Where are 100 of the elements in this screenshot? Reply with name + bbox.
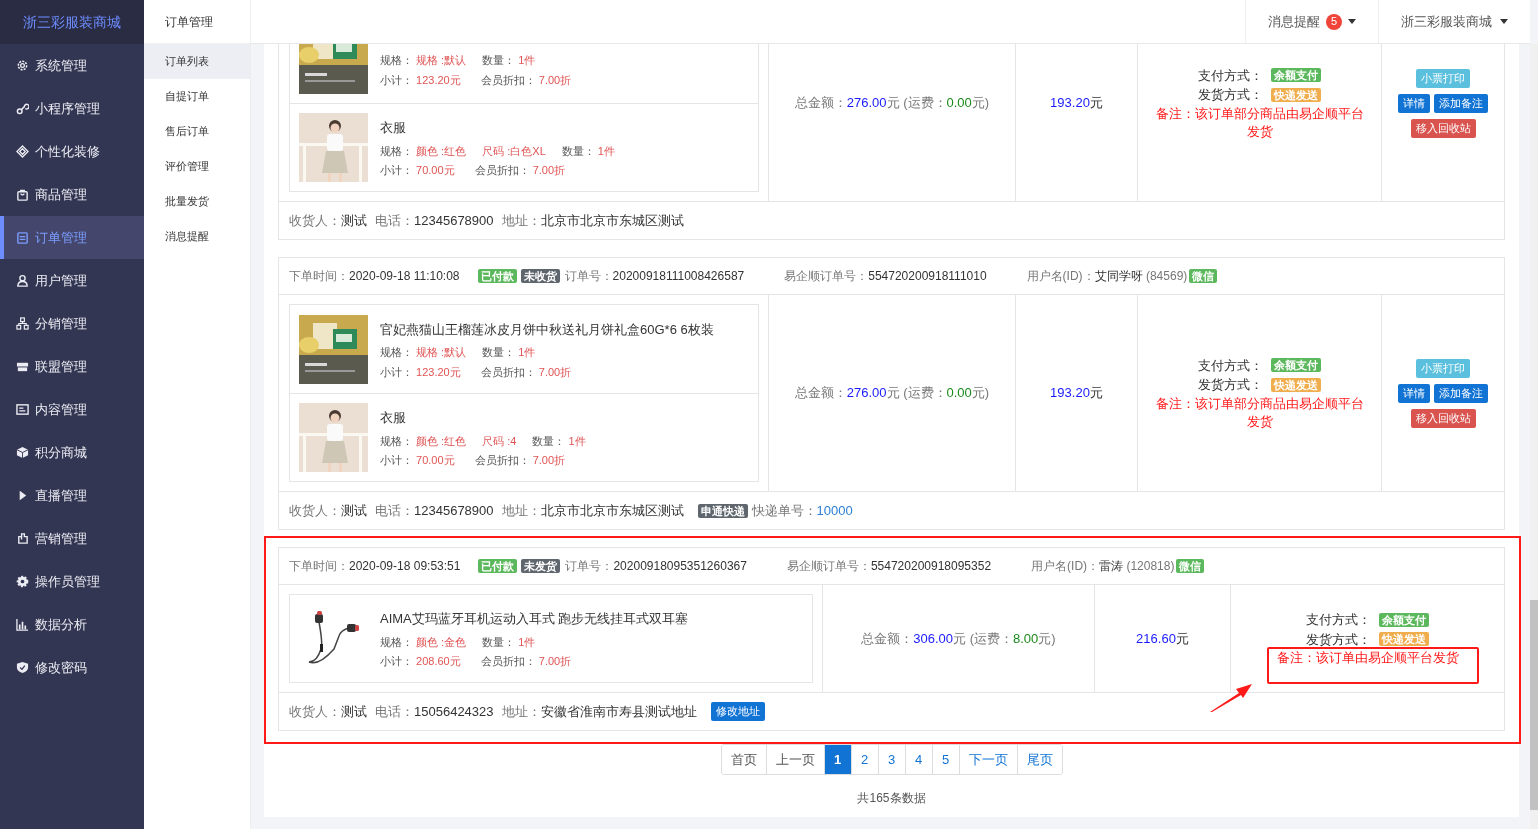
receiver-text: 收货人：测试 — [289, 702, 367, 721]
action-button[interactable]: 添加备注 — [1434, 93, 1488, 113]
cube-icon — [16, 446, 29, 459]
subtotal-text: 小计： 123.20元 — [380, 72, 461, 88]
discount-text: 会员折扣： 7.00折 — [480, 364, 572, 380]
discount-text: 会员折扣： 7.00折 — [474, 453, 566, 469]
order-time: 下单时间：2020-09-18 11:10:08 — [289, 268, 460, 285]
paid-amount: 193.20元 — [1050, 94, 1103, 113]
product-title[interactable]: 衣服 — [380, 408, 586, 428]
action-button[interactable]: 添加备注 — [1434, 383, 1488, 403]
settings-icon — [16, 575, 29, 588]
spec-text: 规格： 颜色 :红色 — [380, 143, 467, 159]
total-amount: 总金额：306.00元 (运费：8.00元) — [861, 629, 1056, 648]
action-button[interactable]: 详情 — [1398, 383, 1430, 403]
partner-order-number: 易企顺订单号：554720200918111010 — [784, 268, 987, 285]
total-amount: 总金额：276.00元 (运费：0.00元) — [794, 384, 990, 403]
spec-text: 数量： 1件 — [561, 143, 615, 159]
sidebar-item[interactable]: 商品管理 — [0, 173, 144, 216]
status-tag: 未发货 — [521, 559, 561, 573]
spec-text: 规格： 规格 :默认 — [380, 345, 467, 361]
sidebar-item[interactable]: 数据分析 — [0, 603, 144, 646]
caret-icon — [1500, 19, 1508, 24]
payment-tag: 余额支付 — [1379, 612, 1429, 627]
page-link[interactable]: 1 — [823, 745, 851, 774]
sidebar-item[interactable]: 内容管理 — [0, 388, 144, 431]
shipping-label: 发货方式： — [1306, 630, 1371, 649]
account-menu[interactable]: 浙三彩服装商城 — [1378, 0, 1530, 43]
discount-text: 会员折扣： 7.00折 — [474, 163, 566, 179]
phone-text: 电话：15056424323 — [375, 702, 494, 721]
username: 用户名(ID)：雷涛 (120818) — [1031, 558, 1175, 575]
partner-order-number: 易企顺订单号：554720200918095352 — [786, 558, 992, 575]
status-tag: 未收货 — [520, 269, 560, 283]
paid-amount: 216.60元 — [1136, 629, 1189, 648]
action-button[interactable]: 移入回收站 — [1410, 408, 1476, 428]
link-icon — [16, 102, 29, 115]
shipping-label: 发货方式： — [1198, 376, 1263, 394]
spec-text: 规格： 颜色 :红色 — [380, 433, 467, 449]
sidebar-item[interactable]: 操作员管理 — [0, 560, 144, 603]
hierarchy-icon — [16, 317, 29, 330]
spec-text: 数量： 1件 — [482, 634, 536, 650]
arrow — [1208, 683, 1253, 713]
shipping-tag: 快递发送 — [1271, 377, 1321, 392]
notification-badge: 5 — [1326, 13, 1342, 30]
payment-label: 支付方式： — [1306, 611, 1371, 629]
spec-text: 尺码 :4 — [482, 433, 517, 449]
subtotal-text: 小计： 208.60元 — [380, 654, 461, 670]
phone-text: 电话：12345678900 — [375, 501, 494, 520]
sidebar-item[interactable]: 直播管理 — [0, 474, 144, 517]
document-icon — [16, 403, 29, 416]
shipping-tag: 快递发送 — [1379, 632, 1429, 647]
order-time: 下单时间：2020-09-18 09:53:51 — [289, 558, 461, 575]
status-tag: 已付款 — [478, 559, 518, 573]
courier-tag: 申通快递 — [697, 503, 748, 518]
action-button[interactable]: 详情 — [1398, 93, 1430, 113]
channel-tag: 微信 — [1189, 269, 1218, 283]
paid-amount: 193.20元 — [1050, 384, 1103, 403]
product-title[interactable]: 官妃燕猫山王榴莲冰皮月饼中秋送礼月饼礼盒60G*6 6枚装 — [380, 319, 714, 340]
user-icon — [16, 274, 29, 287]
phone-text: 电话：12345678900 — [375, 211, 494, 230]
notifications-menu[interactable]: 消息提醒 5 — [1245, 0, 1378, 43]
shipping-label: 发货方式： — [1198, 86, 1263, 104]
sidebar-item[interactable]: 联盟管理 — [0, 345, 144, 388]
gear-icon — [16, 59, 29, 72]
sidebar-item[interactable]: 订单管理 — [0, 216, 144, 259]
store-icon — [16, 360, 29, 373]
sidebar-item[interactable]: 修改密码 — [0, 646, 144, 689]
sidebar-item[interactable]: 积分商城 — [0, 431, 144, 474]
receiver-text: 收货人：测试 — [289, 211, 367, 230]
order-number: 订单号：20200918111008426587 — [564, 268, 745, 285]
address-text: 地址：北京市北京市东城区测试 — [501, 211, 684, 230]
payment-tag: 余额支付 — [1271, 68, 1321, 83]
edit-address-button[interactable]: 修改地址 — [710, 702, 765, 721]
sidebar-item[interactable]: 个性化装修 — [0, 130, 144, 173]
bag-icon — [16, 188, 29, 201]
scrollbar[interactable] — [1530, 44, 1538, 829]
product-title[interactable]: AIMA艾玛蓝牙耳机运动入耳式 跑步无线挂耳式双耳塞 — [380, 609, 689, 629]
channel-tag: 微信 — [1176, 559, 1205, 573]
sidebar-item[interactable]: 分销管理 — [0, 302, 144, 345]
payment-label: 支付方式： — [1198, 66, 1263, 85]
order-number: 订单号：20200918095351260367 — [565, 558, 747, 575]
payment-tag: 余额支付 — [1271, 358, 1321, 373]
sidebar-item[interactable]: 用户管理 — [0, 259, 144, 302]
sidebar-item[interactable]: 营销管理 — [0, 517, 144, 560]
caret-icon — [1348, 19, 1356, 24]
tracking-number: 快递单号：10000 — [751, 501, 853, 520]
sidebar-item[interactable]: 系统管理 — [0, 44, 144, 87]
diamond-icon — [16, 145, 29, 158]
order-note: 备注：该订单部分商品由易企顺平台发货 — [1154, 394, 1365, 431]
action-button[interactable]: 移入回收站 — [1410, 118, 1476, 138]
receiver-text: 收货人：测试 — [289, 501, 367, 520]
payment-label: 支付方式： — [1198, 356, 1263, 375]
spec-text: 数量： 1件 — [532, 433, 586, 449]
discount-text: 会员折扣： 7.00折 — [480, 72, 572, 88]
submenu-item[interactable]: 订单列表 — [144, 44, 250, 79]
page-link[interactable]: 尾页 — [1016, 745, 1062, 774]
address-text: 地址：北京市北京市东城区测试 — [501, 501, 684, 520]
bar-chart-icon — [16, 618, 29, 631]
sidebar-item[interactable]: 小程序管理 — [0, 87, 144, 130]
product-title[interactable]: 衣服 — [380, 118, 615, 138]
spec-text: 尺码 :白色XL — [482, 143, 546, 159]
